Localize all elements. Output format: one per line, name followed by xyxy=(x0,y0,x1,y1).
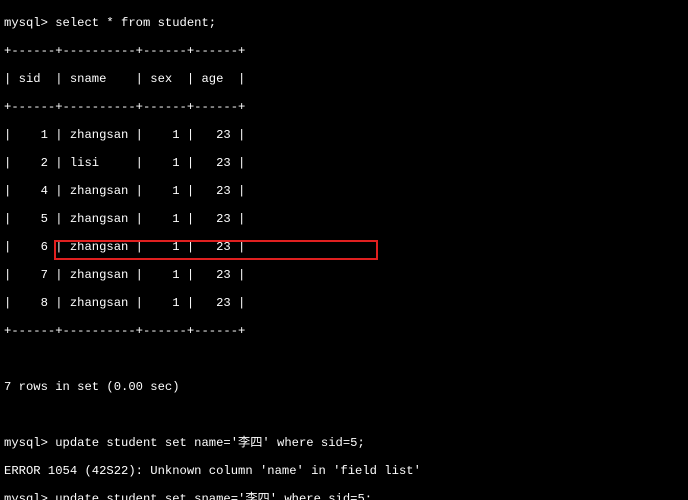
table-row: | 7 | zhangsan | 1 | 23 | xyxy=(4,268,684,282)
table-border: +------+----------+------+------+ xyxy=(4,100,684,114)
blank-line xyxy=(4,408,684,422)
terminal-output[interactable]: mysql> select * from student; +------+--… xyxy=(0,0,688,500)
sql-query: update student set name='李四' where sid=5… xyxy=(55,436,365,450)
table-border: +------+----------+------+------+ xyxy=(4,324,684,338)
table-border: +------+----------+------+------+ xyxy=(4,44,684,58)
table-row: | 6 | zhangsan | 1 | 23 | xyxy=(4,240,684,254)
table-row: | 1 | zhangsan | 1 | 23 | xyxy=(4,128,684,142)
table-header: | sid | sname | sex | age | xyxy=(4,72,684,86)
table-row: | 2 | lisi | 1 | 23 | xyxy=(4,156,684,170)
sql-query: select * from student; xyxy=(55,16,216,30)
blank-line xyxy=(4,352,684,366)
sql-query-highlighted: update student set sname='李四' where sid=… xyxy=(55,492,372,500)
table-row: | 8 | zhangsan | 1 | 23 | xyxy=(4,296,684,310)
mysql-prompt: mysql> xyxy=(4,436,55,450)
result-summary: 7 rows in set (0.00 sec) xyxy=(4,380,684,394)
table-row: | 5 | zhangsan | 1 | 23 | xyxy=(4,212,684,226)
mysql-prompt: mysql> xyxy=(4,16,55,30)
table-row: | 4 | zhangsan | 1 | 23 | xyxy=(4,184,684,198)
error-message: ERROR 1054 (42S22): Unknown column 'name… xyxy=(4,464,684,478)
mysql-prompt: mysql> xyxy=(4,492,55,500)
